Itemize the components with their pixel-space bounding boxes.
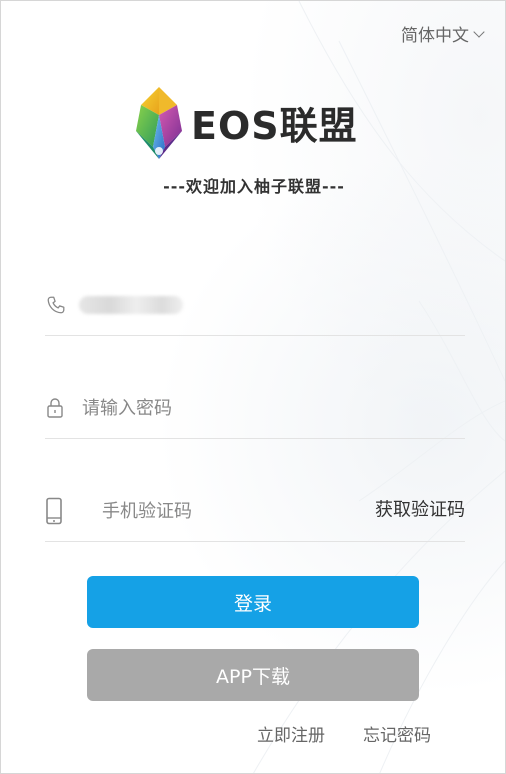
language-selector[interactable]: 简体中文 — [401, 21, 485, 46]
phone-icon — [47, 296, 65, 314]
phone-field-row — [45, 275, 465, 336]
login-button[interactable]: 登录 — [87, 576, 419, 628]
login-panel: 简体中文 EOS联盟 ---欢迎加入柚子联盟--- 手机验证码 获取验证码 登录… — [0, 0, 506, 774]
logo: EOS联盟 — [133, 85, 383, 165]
chevron-down-icon — [473, 25, 485, 38]
password-input[interactable] — [82, 392, 452, 424]
language-label: 简体中文 — [401, 26, 469, 46]
app-download-button[interactable]: APP下载 — [87, 649, 419, 701]
code-input[interactable] — [102, 495, 342, 527]
password-field-row — [45, 378, 465, 439]
lock-icon — [47, 398, 63, 418]
phone-field[interactable] — [79, 296, 183, 314]
crystal-logo-icon — [136, 87, 182, 159]
get-code-button[interactable]: 获取验证码 — [375, 495, 465, 521]
footer-links: 立即注册 忘记密码 — [257, 721, 431, 746]
code-field-row: 获取验证码 — [45, 481, 465, 542]
mobile-icon — [46, 497, 62, 525]
forgot-password-link[interactable]: 忘记密码 — [363, 721, 431, 746]
brand-name: EOS联盟 — [191, 104, 358, 148]
register-link[interactable]: 立即注册 — [257, 721, 325, 746]
tagline: ---欢迎加入柚子联盟--- — [163, 177, 345, 196]
